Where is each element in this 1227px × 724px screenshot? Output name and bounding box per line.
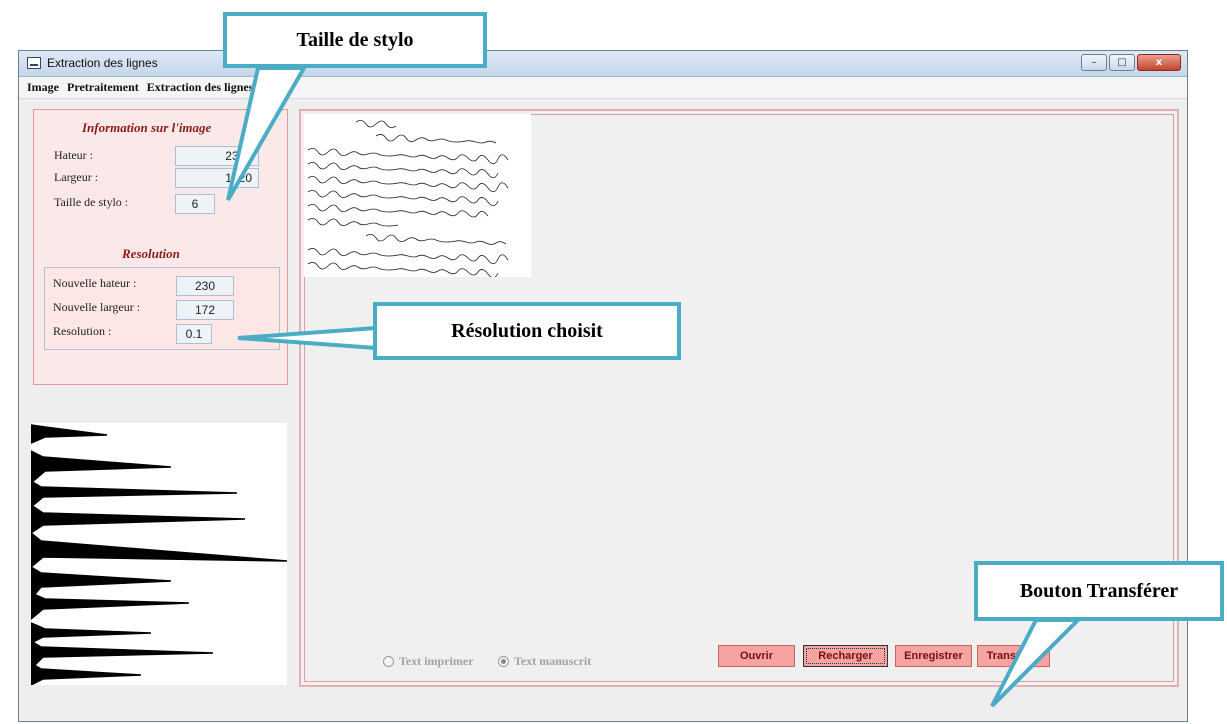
radio-text-imprimer-label: Text imprimer <box>399 654 474 668</box>
save-button[interactable]: Enregistrer <box>895 645 972 667</box>
screenshot: Extraction des lignes – □ x Image Pretra… <box>0 0 1227 724</box>
resolution-callout: Résolution choisit <box>373 302 681 360</box>
image-info-panel: Information sur l'image Hateur : 2305 La… <box>33 109 288 385</box>
new-width-label: Nouvelle largeur : <box>53 300 141 314</box>
transfer-button[interactable]: Transferer <box>977 645 1050 667</box>
height-value: 2305 <box>175 146 259 166</box>
resolution-field[interactable]: 0.1 <box>176 324 212 344</box>
menu-pretraitement[interactable]: Pretraitement <box>67 80 139 95</box>
resolution-label: Resolution : <box>53 324 112 338</box>
close-button[interactable]: x <box>1137 54 1181 71</box>
radio-circle-icon <box>383 656 394 667</box>
window-title: Extraction des lignes <box>47 56 158 70</box>
menu-bar: Image Pretraitement Extraction des ligne… <box>19 77 1187 99</box>
pen-size-callout: Taille de stylo <box>223 12 487 68</box>
projection-histogram <box>30 423 288 687</box>
radio-text-imprimer[interactable]: Text imprimer <box>383 654 474 669</box>
pen-size-field[interactable]: 6 <box>175 194 215 214</box>
radio-selected-icon <box>498 656 509 667</box>
width-label: Largeur : <box>54 170 99 184</box>
radio-text-manuscrit[interactable]: Text manuscrit <box>498 654 591 669</box>
pen-size-label: Taille de stylo : <box>54 195 129 209</box>
width-value: 1720 <box>175 168 259 188</box>
resolution-title: Resolution <box>122 246 180 261</box>
new-height-value: 230 <box>176 276 234 296</box>
height-label: Hateur : <box>54 148 93 162</box>
reload-button[interactable]: Recharger <box>803 645 888 667</box>
resolution-panel: Nouvelle hateur : 230 Nouvelle largeur :… <box>44 267 280 350</box>
image-info-title: Information sur l'image <box>82 120 212 135</box>
open-button[interactable]: Ouvrir <box>718 645 795 667</box>
title-bar: Extraction des lignes – □ x <box>19 51 1187 77</box>
app-icon <box>27 57 41 69</box>
minimize-button[interactable]: – <box>1081 54 1107 71</box>
radio-text-manuscrit-label: Text manuscrit <box>514 654 592 668</box>
maximize-button[interactable]: □ <box>1109 54 1135 71</box>
menu-extraction-des-lignes[interactable]: Extraction des lignes <box>147 80 254 95</box>
menu-image[interactable]: Image <box>27 80 59 95</box>
window-controls: – □ x <box>1081 54 1181 71</box>
app-window: Extraction des lignes – □ x Image Pretra… <box>18 50 1188 722</box>
transfer-callout: Bouton Transférer <box>974 561 1224 621</box>
new-width-value: 172 <box>176 300 234 320</box>
handwritten-document-image <box>304 114 531 279</box>
new-height-label: Nouvelle hateur : <box>53 276 137 290</box>
histogram-graphic <box>30 424 288 687</box>
handwriting-graphic <box>307 120 509 279</box>
